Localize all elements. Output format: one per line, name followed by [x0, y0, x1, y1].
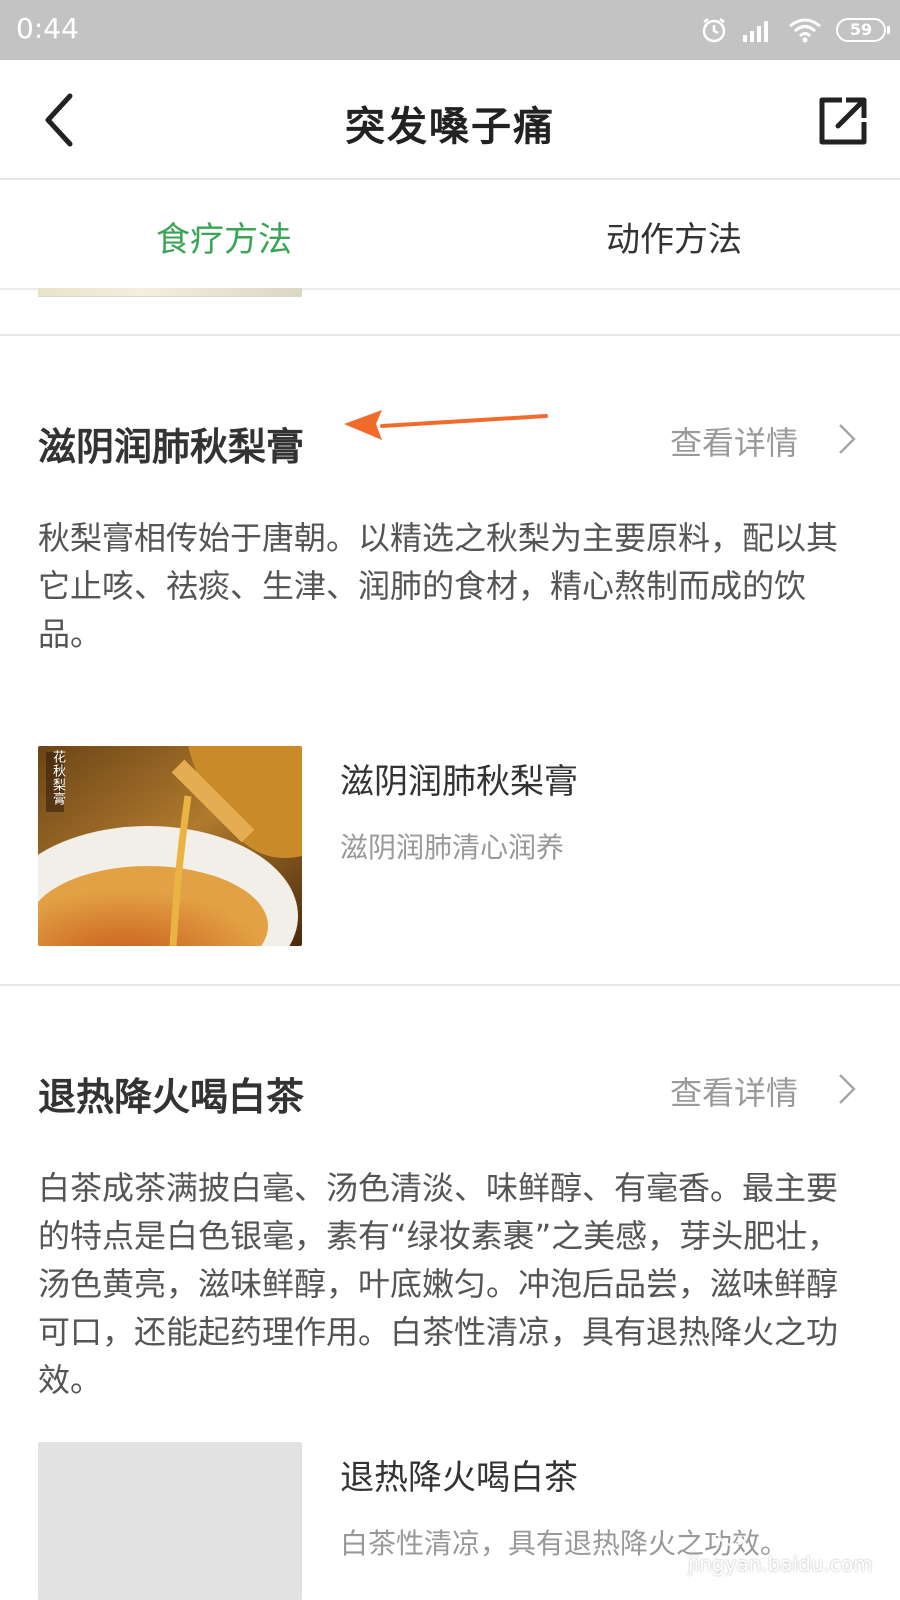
share-icon[interactable] — [816, 94, 870, 148]
page-title: 突发嗓子痛 — [345, 104, 555, 150]
view-details-link[interactable]: 查看详情 — [670, 418, 798, 464]
annotation-arrow — [344, 410, 548, 440]
view-details-link[interactable]: 查看详情 — [670, 1068, 798, 1114]
tab-diet[interactable]: 食疗方法 — [156, 212, 292, 261]
section-title: 滋阴润肺秋梨膏 — [38, 425, 305, 469]
section-divider — [0, 984, 900, 986]
card-title[interactable]: 退热降火喝白茶 — [340, 1450, 578, 1499]
section-title: 退热降火喝白茶 — [38, 1075, 305, 1119]
card-title[interactable]: 滋阴润肺秋梨膏 — [340, 754, 578, 803]
image-caption: 花秋梨膏 — [50, 750, 65, 806]
section-divider — [0, 334, 900, 336]
previous-card-image — [38, 288, 302, 297]
alarm-icon — [702, 18, 726, 43]
status-icons: 59 — [700, 14, 890, 46]
baidu-jingyan-watermark: jingyan.baidu.com — [688, 1500, 888, 1580]
battery-indicator: 59 — [836, 18, 890, 42]
wifi-icon — [789, 18, 821, 43]
nav-bar: 突发嗓子痛 — [0, 60, 900, 180]
section-description: 白茶成茶满披白毫、汤色清淡、味鲜醇、有毫香。最主要的特点是白色银毫，素有“绿妆素… — [38, 1169, 840, 1399]
tab-exercise[interactable]: 动作方法 — [606, 212, 742, 261]
watermark-text: jingyan.baidu.com — [688, 1552, 873, 1576]
tab-bar: 食疗方法 动作方法 — [0, 180, 900, 290]
paw-logo-icon — [708, 1503, 758, 1547]
status-time: 0:44 — [16, 12, 79, 45]
card-image[interactable]: 花秋梨膏 — [38, 746, 302, 946]
section-description: 秋梨膏相传始于唐朝。以精选之秋梨为主要原料，配以其它止咳、祛痰、生津、润肺的食材… — [38, 519, 839, 653]
status-bar: 0:44 59 — [0, 0, 900, 60]
chevron-right-icon[interactable] — [836, 421, 858, 457]
card-subtitle: 滋阴润肺清心润养 — [340, 831, 565, 864]
card-image-placeholder[interactable] — [38, 1442, 302, 1600]
chevron-right-icon[interactable] — [836, 1071, 858, 1107]
signal-icon — [743, 21, 768, 42]
